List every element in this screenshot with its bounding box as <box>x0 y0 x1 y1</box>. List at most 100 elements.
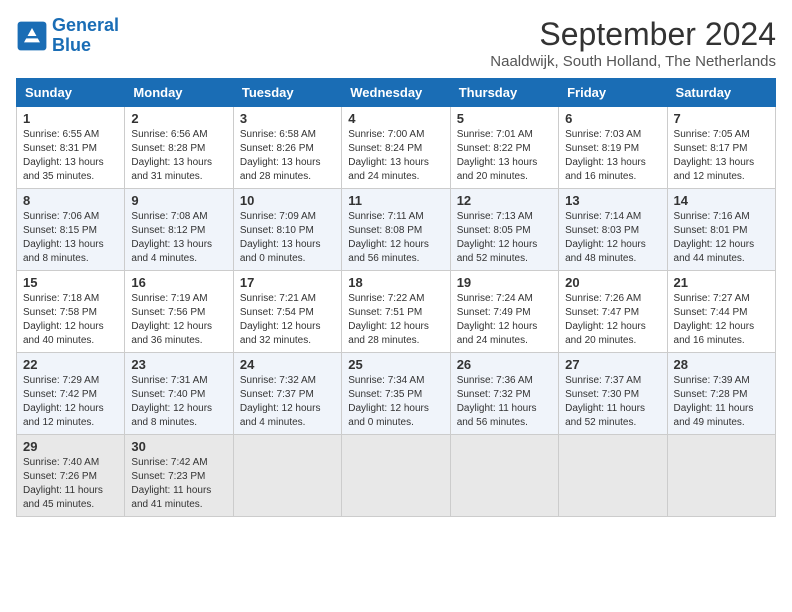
month-title: September 2024 <box>490 16 776 53</box>
day-info: Sunrise: 7:26 AM Sunset: 7:47 PM Dayligh… <box>565 292 660 348</box>
day-info: Sunrise: 7:21 AM Sunset: 7:54 PM Dayligh… <box>240 292 335 348</box>
location: Naaldwijk, South Holland, The Netherland… <box>490 53 776 70</box>
calendar-cell: 23 Sunrise: 7:31 AM Sunset: 7:40 PM Dayli… <box>125 353 233 435</box>
calendar-cell <box>667 435 775 517</box>
calendar-cell: 13Sunrise: 7:14 AM Sunset: 8:03 PM Dayli… <box>559 189 667 271</box>
day-number: 25 <box>348 357 443 372</box>
calendar-week-row: 22 Sunrise: 7:29 AM Sunset: 7:42 PM Dayli… <box>17 353 776 435</box>
day-number: 7 <box>674 111 769 126</box>
calendar-cell: 14Sunrise: 7:16 AM Sunset: 8:01 PM Dayli… <box>667 189 775 271</box>
header: General Blue September 2024 Naaldwijk, S… <box>16 16 776 70</box>
logo-text: General Blue <box>52 16 119 56</box>
calendar-cell: 7 Sunrise: 7:05 AM Sunset: 8:17 PM Daylig… <box>667 107 775 189</box>
calendar-cell: 25 Sunrise: 7:34 AM Sunset: 7:35 PM Dayli… <box>342 353 450 435</box>
day-number: 17 <box>240 275 335 290</box>
day-info: Sunrise: 7:29 AM Sunset: 7:42 PM Dayligh… <box>23 374 118 430</box>
calendar-cell <box>450 435 558 517</box>
day-number: 21 <box>674 275 769 290</box>
day-info: Sunrise: 7:40 AM Sunset: 7:26 PM Dayligh… <box>23 456 118 512</box>
day-number: 14 <box>674 193 769 208</box>
day-info: Sunrise: 6:55 AM Sunset: 8:31 PM Dayligh… <box>23 128 118 184</box>
day-number: 5 <box>457 111 552 126</box>
day-number: 22 <box>23 357 118 372</box>
day-number: 30 <box>131 439 226 454</box>
calendar-cell <box>559 435 667 517</box>
calendar-week-row: 15 Sunrise: 7:18 AM Sunset: 7:58 PM Dayli… <box>17 271 776 353</box>
calendar-cell: 3 Sunrise: 6:58 AM Sunset: 8:26 PM Daylig… <box>233 107 341 189</box>
day-info: Sunrise: 7:01 AM Sunset: 8:22 PM Dayligh… <box>457 128 552 184</box>
day-info: Sunrise: 7:37 AM Sunset: 7:30 PM Dayligh… <box>565 374 660 430</box>
day-info: Sunrise: 7:24 AM Sunset: 7:49 PM Dayligh… <box>457 292 552 348</box>
day-info: Sunrise: 6:56 AM Sunset: 8:28 PM Dayligh… <box>131 128 226 184</box>
day-number: 9 <box>131 193 226 208</box>
day-number: 18 <box>348 275 443 290</box>
weekday-header: Monday <box>125 79 233 107</box>
day-info: Sunrise: 7:00 AM Sunset: 8:24 PM Dayligh… <box>348 128 443 184</box>
weekday-header: Friday <box>559 79 667 107</box>
calendar-cell: 24 Sunrise: 7:32 AM Sunset: 7:37 PM Dayli… <box>233 353 341 435</box>
calendar-cell: 28Sunrise: 7:39 AM Sunset: 7:28 PM Dayli… <box>667 353 775 435</box>
calendar-cell: 9Sunrise: 7:08 AM Sunset: 8:12 PM Daylig… <box>125 189 233 271</box>
calendar-week-row: 29Sunrise: 7:40 AM Sunset: 7:26 PM Dayli… <box>17 435 776 517</box>
calendar-cell: 22 Sunrise: 7:29 AM Sunset: 7:42 PM Dayli… <box>17 353 125 435</box>
day-number: 19 <box>457 275 552 290</box>
calendar-cell <box>342 435 450 517</box>
calendar-header-row: SundayMondayTuesdayWednesdayThursdayFrid… <box>17 79 776 107</box>
weekday-header: Wednesday <box>342 79 450 107</box>
day-info: Sunrise: 7:42 AM Sunset: 7:23 PM Dayligh… <box>131 456 226 512</box>
day-number: 2 <box>131 111 226 126</box>
calendar-cell: 26 Sunrise: 7:36 AM Sunset: 7:32 PM Dayli… <box>450 353 558 435</box>
day-number: 13 <box>565 193 660 208</box>
day-info: Sunrise: 7:36 AM Sunset: 7:32 PM Dayligh… <box>457 374 552 430</box>
calendar-cell: 6 Sunrise: 7:03 AM Sunset: 8:19 PM Daylig… <box>559 107 667 189</box>
calendar-cell: 27 Sunrise: 7:37 AM Sunset: 7:30 PM Dayli… <box>559 353 667 435</box>
calendar-cell: 21Sunrise: 7:27 AM Sunset: 7:44 PM Dayli… <box>667 271 775 353</box>
logo-icon <box>16 20 48 52</box>
day-info: Sunrise: 7:22 AM Sunset: 7:51 PM Dayligh… <box>348 292 443 348</box>
calendar-cell: 8Sunrise: 7:06 AM Sunset: 8:15 PM Daylig… <box>17 189 125 271</box>
day-number: 27 <box>565 357 660 372</box>
calendar-cell: 10 Sunrise: 7:09 AM Sunset: 8:10 PM Dayli… <box>233 189 341 271</box>
day-info: Sunrise: 7:11 AM Sunset: 8:08 PM Dayligh… <box>348 210 443 266</box>
day-number: 23 <box>131 357 226 372</box>
day-number: 24 <box>240 357 335 372</box>
day-number: 3 <box>240 111 335 126</box>
day-info: Sunrise: 7:32 AM Sunset: 7:37 PM Dayligh… <box>240 374 335 430</box>
logo-line2: Blue <box>52 35 91 55</box>
calendar-week-row: 8Sunrise: 7:06 AM Sunset: 8:15 PM Daylig… <box>17 189 776 271</box>
day-info: Sunrise: 7:06 AM Sunset: 8:15 PM Dayligh… <box>23 210 118 266</box>
day-info: Sunrise: 7:31 AM Sunset: 7:40 PM Dayligh… <box>131 374 226 430</box>
day-number: 28 <box>674 357 769 372</box>
logo: General Blue <box>16 16 119 56</box>
day-number: 11 <box>348 193 443 208</box>
calendar-cell <box>233 435 341 517</box>
title-area: September 2024 Naaldwijk, South Holland,… <box>490 16 776 70</box>
calendar-cell: 29Sunrise: 7:40 AM Sunset: 7:26 PM Dayli… <box>17 435 125 517</box>
calendar-cell: 5 Sunrise: 7:01 AM Sunset: 8:22 PM Daylig… <box>450 107 558 189</box>
day-number: 4 <box>348 111 443 126</box>
calendar-cell: 18 Sunrise: 7:22 AM Sunset: 7:51 PM Dayli… <box>342 271 450 353</box>
day-number: 1 <box>23 111 118 126</box>
day-number: 10 <box>240 193 335 208</box>
day-info: Sunrise: 7:03 AM Sunset: 8:19 PM Dayligh… <box>565 128 660 184</box>
day-info: Sunrise: 7:34 AM Sunset: 7:35 PM Dayligh… <box>348 374 443 430</box>
day-info: Sunrise: 6:58 AM Sunset: 8:26 PM Dayligh… <box>240 128 335 184</box>
day-number: 16 <box>131 275 226 290</box>
calendar-cell: 17 Sunrise: 7:21 AM Sunset: 7:54 PM Dayli… <box>233 271 341 353</box>
logo-line1: General <box>52 15 119 35</box>
calendar-cell: 12Sunrise: 7:13 AM Sunset: 8:05 PM Dayli… <box>450 189 558 271</box>
day-info: Sunrise: 7:19 AM Sunset: 7:56 PM Dayligh… <box>131 292 226 348</box>
calendar-cell: 16 Sunrise: 7:19 AM Sunset: 7:56 PM Dayli… <box>125 271 233 353</box>
day-number: 26 <box>457 357 552 372</box>
weekday-header: Thursday <box>450 79 558 107</box>
day-info: Sunrise: 7:09 AM Sunset: 8:10 PM Dayligh… <box>240 210 335 266</box>
day-number: 12 <box>457 193 552 208</box>
day-info: Sunrise: 7:18 AM Sunset: 7:58 PM Dayligh… <box>23 292 118 348</box>
day-number: 6 <box>565 111 660 126</box>
calendar-cell: 4 Sunrise: 7:00 AM Sunset: 8:24 PM Daylig… <box>342 107 450 189</box>
day-number: 15 <box>23 275 118 290</box>
day-number: 20 <box>565 275 660 290</box>
calendar-cell: 20 Sunrise: 7:26 AM Sunset: 7:47 PM Dayli… <box>559 271 667 353</box>
day-info: Sunrise: 7:05 AM Sunset: 8:17 PM Dayligh… <box>674 128 769 184</box>
calendar-cell: 1 Sunrise: 6:55 AM Sunset: 8:31 PM Daylig… <box>17 107 125 189</box>
